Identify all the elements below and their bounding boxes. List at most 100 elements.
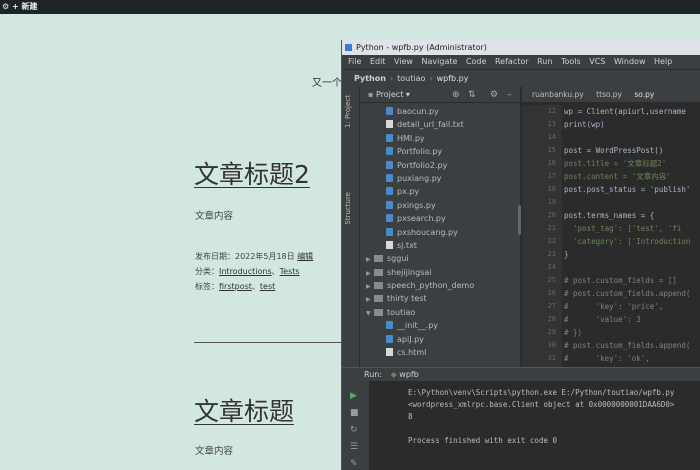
tree-item[interactable]: ▶ thirty test [360, 292, 520, 305]
code-editor[interactable]: ruanbanku.py ttso.py so.py 12 13 14 15 16 17 1… [522, 87, 700, 367]
tree-item[interactable]: sj.txt [360, 239, 520, 252]
code-line[interactable]: # post.custom_fields.append( [564, 287, 700, 300]
edit-link[interactable]: 编辑 [297, 252, 313, 261]
menu-window[interactable]: Window [614, 57, 646, 66]
settings-icon[interactable]: ⚙ [2, 0, 9, 14]
category-link[interactable]: Introductions [219, 267, 272, 276]
run-console[interactable]: E:\Python\venv\Scripts\python.exe E:/Pyt… [370, 381, 700, 470]
post-title[interactable]: 文章标题 [194, 392, 294, 428]
tree-scrollbar[interactable] [518, 205, 521, 235]
tree-item[interactable]: pxsearch.py [360, 212, 520, 225]
tree-item[interactable]: __init__.py [360, 319, 520, 332]
tree-item-label: speech_python_demo [387, 281, 475, 291]
menu-file[interactable]: File [348, 57, 361, 66]
project-tool-tab[interactable]: 1: Project [344, 95, 352, 128]
menu-refactor[interactable]: Refactor [495, 57, 529, 66]
code-line[interactable]: post.title = '文章标题2' [564, 157, 700, 170]
code-line[interactable]: 'category': ['Introduction [564, 235, 700, 248]
tree-item-label: detail_url_fail.txt [397, 120, 464, 130]
menu-edit[interactable]: Edit [370, 57, 386, 66]
project-dropdown[interactable]: ▪ Project ▾ [368, 87, 410, 103]
code-line[interactable]: post.post_status = 'publish' [564, 183, 700, 196]
editor-tab[interactable]: ttso.py [596, 90, 622, 99]
stop-icon[interactable]: ■ [350, 408, 359, 418]
tree-item[interactable]: detail_url_fail.txt [360, 118, 520, 131]
code-line[interactable]: # 'key': 'price', [564, 300, 700, 313]
menu-view[interactable]: View [394, 57, 413, 66]
code-lines[interactable]: wp = Client(apiurl,username print(wp) pos… [564, 105, 700, 365]
tag-label: 标签： [195, 282, 219, 291]
code-line[interactable] [564, 261, 700, 274]
tag-link[interactable]: test [260, 282, 275, 291]
folder-icon [374, 295, 383, 303]
text-file-icon [386, 120, 393, 129]
structure-tool-tab[interactable]: Structure [344, 192, 352, 225]
tree-item[interactable]: ▶ shejijingsai [360, 266, 520, 279]
code-line[interactable]: print(wp) [564, 118, 700, 131]
menu-help[interactable]: Help [654, 57, 672, 66]
tree-item[interactable]: pxings.py [360, 199, 520, 212]
run-icon[interactable]: ▶ [350, 391, 357, 401]
editor-tab[interactable]: so.py [634, 90, 654, 99]
code-line[interactable]: post.content = '文章内容' [564, 170, 700, 183]
code-line[interactable]: 'post_tag': ['test', 'fi [564, 222, 700, 235]
expand-arrow-icon: ▶ [366, 256, 371, 264]
tree-item[interactable]: px.py [360, 185, 520, 198]
python-file-icon [386, 227, 393, 236]
expand-arrow-icon: ▶ [366, 283, 371, 291]
tree-item[interactable]: HMI.py [360, 132, 520, 145]
menu-vcs[interactable]: VCS [589, 57, 605, 66]
menu-tools[interactable]: Tools [561, 57, 581, 66]
category-label: 分类： [195, 267, 219, 276]
code-line[interactable]: wp = Client(apiurl,username [564, 105, 700, 118]
breadcrumb-file[interactable]: wpfb.py [437, 74, 469, 83]
tree-item[interactable]: Portfolio.py [360, 145, 520, 158]
code-line[interactable]: # 'key': 'ok', [564, 352, 700, 365]
rerun-icon[interactable]: ↻ [350, 425, 358, 435]
code-line[interactable]: } [564, 248, 700, 261]
console-line: 8 [408, 412, 413, 421]
category-link[interactable]: Tests [280, 267, 300, 276]
collapse-icon[interactable]: ⇅ [468, 87, 476, 103]
python-file-icon [386, 160, 393, 169]
target-icon[interactable]: ⊕ [452, 87, 460, 103]
site-tagline: 又一个 [312, 78, 342, 89]
post-title[interactable]: 文章标题2 [194, 155, 310, 191]
breadcrumb-project[interactable]: Python [354, 74, 386, 83]
code-line[interactable]: # }) [564, 326, 700, 339]
menu-run[interactable]: Run [537, 57, 552, 66]
tree-item[interactable]: apiJ.py [360, 333, 520, 346]
code-line[interactable]: # post.custom_fields = [] [564, 274, 700, 287]
minimize-icon[interactable]: – [507, 87, 512, 103]
gear-icon[interactable]: ⚙ [490, 87, 498, 103]
code-line[interactable] [564, 131, 700, 144]
new-post-button[interactable]: + 新建 [12, 0, 38, 14]
tree-item[interactable]: Portfolio2.py [360, 159, 520, 172]
code-line[interactable]: post = WordPressPost() [564, 144, 700, 157]
breadcrumb-folder[interactable]: toutiao [397, 74, 425, 83]
python-file-icon [386, 147, 393, 156]
tree-item[interactable]: ▶ speech_python_demo [360, 279, 520, 292]
tree-item[interactable]: pxshoucang.py [360, 226, 520, 239]
expand-arrow-icon: ▶ [366, 269, 371, 277]
tree-item[interactable]: ▶ sggui [360, 252, 520, 265]
tag-link[interactable]: firstpost [219, 282, 252, 291]
post-content: 文章内容 [195, 446, 234, 457]
pin-icon[interactable]: ✎ [350, 459, 358, 469]
console-line: <wordpress_xmlrpc.base.Client object at … [408, 400, 675, 409]
menu-navigate[interactable]: Navigate [422, 57, 458, 66]
tree-item-label: toutiao [387, 307, 416, 317]
tree-item[interactable]: puxiang.py [360, 172, 520, 185]
tree-item[interactable]: baocun.py [360, 105, 520, 118]
menu-code[interactable]: Code [466, 57, 486, 66]
code-line[interactable]: # 'value': 3 [564, 313, 700, 326]
run-config-tab[interactable]: wpfb [399, 370, 419, 379]
code-line[interactable]: post.terms_names = { [564, 209, 700, 222]
tree-item[interactable]: cs.html [360, 346, 520, 359]
editor-tab[interactable]: ruanbanku.py [532, 90, 584, 99]
code-line[interactable]: # post.custom_fields.append( [564, 339, 700, 352]
code-line[interactable] [564, 196, 700, 209]
post-categories: 分类：Introductions、Tests [195, 267, 300, 276]
settings-icon[interactable]: ☰ [350, 442, 358, 452]
tree-item[interactable]: ▼ toutiao [360, 306, 520, 319]
